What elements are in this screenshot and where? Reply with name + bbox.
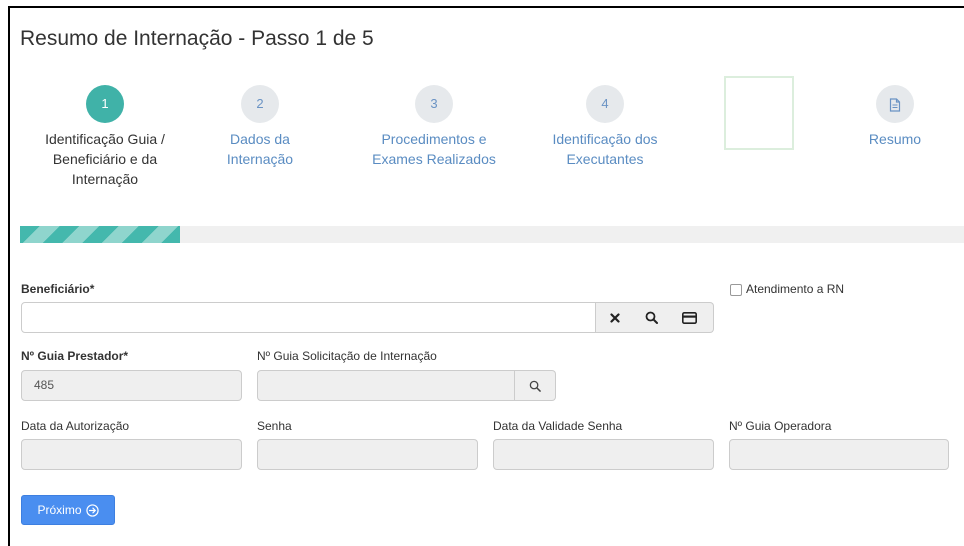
- search-icon[interactable]: [636, 303, 666, 332]
- guia-prestador-field[interactable]: 485: [21, 370, 242, 401]
- next-button-label: Próximo: [37, 503, 82, 517]
- step-4-label: Identificação dos Executantes: [552, 131, 658, 167]
- search-icon: [520, 371, 550, 400]
- document-icon: [876, 85, 914, 123]
- guia-prestador-label: Nº Guia Prestador*: [21, 349, 129, 363]
- step-2-number: 2: [241, 85, 279, 123]
- guia-operadora-field[interactable]: [729, 439, 949, 470]
- step-1[interactable]: 1 Identificação Guia / Beneficiário e da…: [30, 85, 180, 189]
- step-4-number: 4: [586, 85, 624, 123]
- data-validade-senha-label: Data da Validade Senha: [493, 419, 623, 433]
- step-resumo-label: Resumo: [868, 131, 922, 147]
- close-icon[interactable]: [600, 303, 630, 332]
- next-button[interactable]: Próximo: [21, 495, 115, 525]
- step-2[interactable]: 2 Dados da Internação: [205, 85, 315, 169]
- guia-solicitacao-label: Nº Guia Solicitação de Internação: [257, 349, 437, 363]
- atendimento-rn-checkbox[interactable]: [730, 284, 742, 296]
- guia-solicitacao-field[interactable]: [257, 370, 515, 401]
- progress-bar: [20, 226, 964, 243]
- progress-bar-fill: [20, 226, 181, 243]
- empty-step-box: [724, 76, 794, 150]
- step-1-label: Identificação Guia / Beneficiário e da I…: [45, 131, 165, 187]
- data-validade-senha-field[interactable]: [493, 439, 714, 470]
- data-autorizacao-label: Data da Autorização: [21, 419, 130, 433]
- beneficiario-input[interactable]: [21, 302, 596, 333]
- beneficiario-label: Beneficiário*: [21, 282, 95, 296]
- guia-operadora-label: Nº Guia Operadora: [729, 419, 832, 433]
- senha-field[interactable]: [257, 439, 478, 470]
- step-3-label: Procedimentos e Exames Realizados: [372, 131, 496, 167]
- senha-label: Senha: [257, 419, 292, 433]
- step-2-label: Dados da Internação: [226, 131, 294, 167]
- page-title: Resumo de Internação - Passo 1 de 5: [20, 27, 374, 50]
- card-icon[interactable]: [674, 303, 704, 332]
- guia-solicitacao-search-button[interactable]: [515, 370, 556, 401]
- step-1-number: 1: [86, 85, 124, 123]
- step-resumo[interactable]: Resumo: [855, 85, 935, 149]
- step-4[interactable]: 4 Identificação dos Executantes: [530, 85, 680, 169]
- data-autorizacao-field[interactable]: [21, 439, 242, 470]
- step-3-number: 3: [415, 85, 453, 123]
- atendimento-rn-label: Atendimento a RN: [746, 282, 845, 296]
- arrow-right-circle-icon: [85, 503, 99, 517]
- beneficiario-actions: [596, 302, 714, 333]
- step-3[interactable]: 3 Procedimentos e Exames Realizados: [360, 85, 508, 169]
